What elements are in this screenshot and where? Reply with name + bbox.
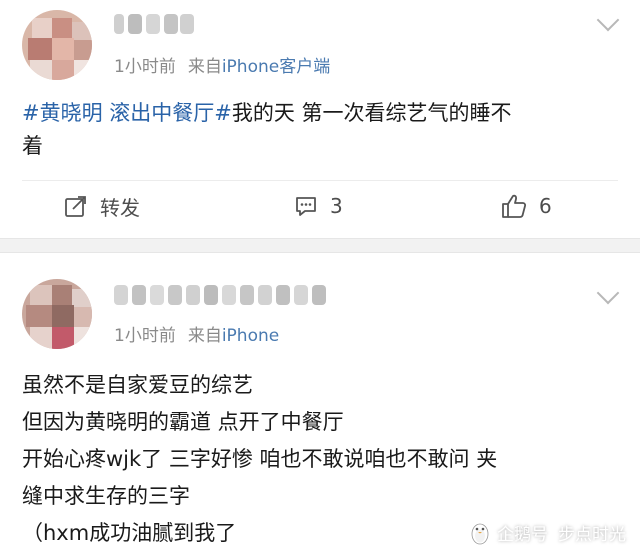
post-meta: 1小时前 来自iPhone客户端 xyxy=(114,52,330,77)
post-text: 我的天 第一次看综艺气的睡不 xyxy=(231,101,512,125)
post-time: 1小时前 xyxy=(114,326,176,346)
post-content: #黄晓明 滚出中餐厅#我的天 第一次看综艺气的睡不 着 xyxy=(22,97,622,163)
like-icon xyxy=(502,194,527,218)
watermark-author: 步点时光 xyxy=(558,525,626,545)
penguin-icon xyxy=(471,523,489,544)
post-meta: 1小时前 来自iPhone xyxy=(114,321,279,346)
comment-icon xyxy=(296,197,316,216)
weibo-post-1: 1小时前 来自iPhone客户端 #黄晓明 滚出中餐厅#我的天 第一次看综艺气的睡… xyxy=(0,0,640,238)
like-button[interactable]: 6 xyxy=(501,190,552,222)
username-blurred[interactable] xyxy=(114,285,334,305)
post-text-line: 缝中求生存的三字 xyxy=(22,484,190,508)
comment-button[interactable]: 3 xyxy=(294,190,343,222)
post-text-line: 但因为黄晓明的霸道 点开了中餐厅 xyxy=(22,410,344,434)
post-time: 1小时前 xyxy=(114,57,176,77)
chevron-down-icon[interactable] xyxy=(596,8,620,32)
divider xyxy=(22,180,618,181)
avatar[interactable] xyxy=(22,279,92,349)
repost-label: 转发 xyxy=(100,195,140,220)
comment-count: 3 xyxy=(330,194,343,218)
watermark-brand: 企鹅号 xyxy=(497,525,548,545)
post-separator xyxy=(0,238,640,253)
source-prefix: 来自 xyxy=(187,57,222,77)
username-blurred[interactable] xyxy=(114,14,194,34)
watermark: 企鹅号 步点时光 xyxy=(469,520,626,545)
like-count: 6 xyxy=(539,194,552,218)
source-app[interactable]: iPhone客户端 xyxy=(222,57,330,77)
hashtag-link[interactable]: #黄晓明 滚出中餐厅# xyxy=(22,101,232,125)
post-text-line: 虽然不是自家爱豆的综艺 xyxy=(22,373,253,397)
avatar[interactable] xyxy=(22,10,92,80)
post-text: 着 xyxy=(22,134,43,158)
repost-button[interactable]: 转发 xyxy=(64,190,140,222)
post-text-line: 开始心疼wjk了 三字好惨 咱也不敢说咱也不敢问 夹 xyxy=(22,447,498,471)
repost-icon xyxy=(65,196,86,217)
source-prefix: 来自 xyxy=(187,326,222,346)
source-app[interactable]: iPhone xyxy=(222,326,279,346)
chevron-down-icon[interactable] xyxy=(596,281,620,305)
weibo-post-2: 1小时前 来自iPhone 虽然不是自家爱豆的综艺 但因为黄晓明的霸道 点开了中餐… xyxy=(0,253,640,555)
